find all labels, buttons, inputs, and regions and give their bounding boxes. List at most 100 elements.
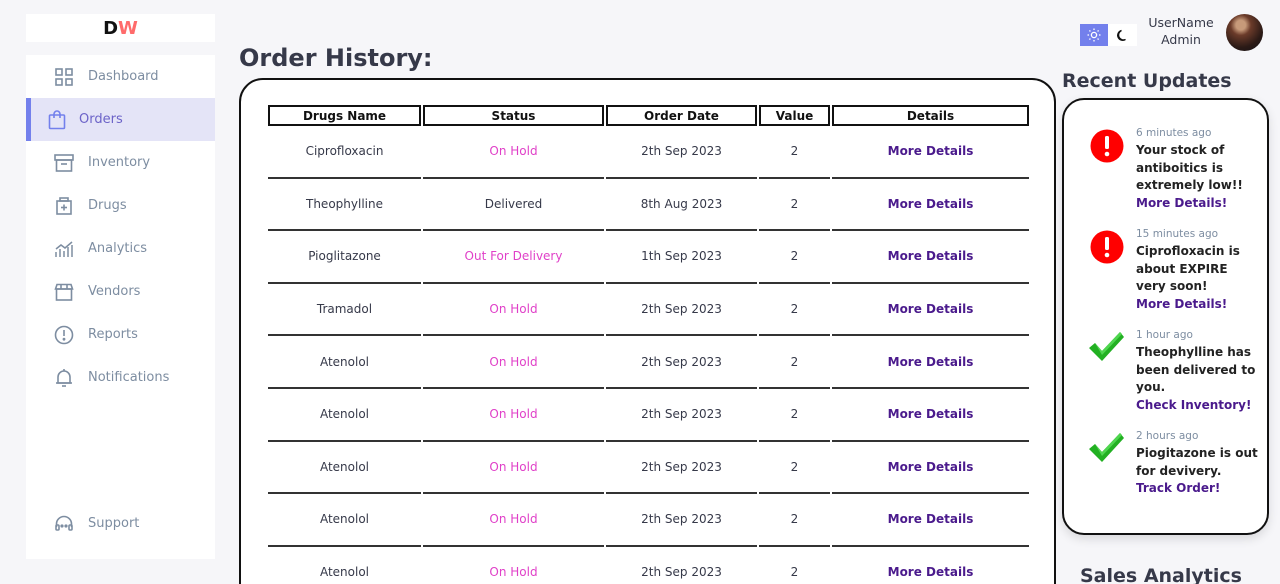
table-row: Theophylline Delivered 8th Aug 2023 2 More D…	[268, 179, 1029, 232]
sidebar-item-orders[interactable]: Orders	[26, 98, 215, 141]
more-details-link[interactable]: More Details	[832, 494, 1029, 547]
table-row: Atenolol On Hold 2th Sep 2023 2 More Details	[268, 547, 1029, 584]
table-header-row: Drugs Name Status Order Date Value Detai…	[268, 105, 1029, 126]
theme-toggle[interactable]	[1080, 24, 1137, 46]
medkit-icon	[53, 195, 75, 217]
more-details-link[interactable]: More Details	[832, 336, 1029, 389]
sidebar-item-label: Support	[88, 516, 140, 531]
logo-letter-w: W	[118, 17, 138, 39]
status-cell: On Hold	[423, 389, 604, 442]
moon-icon[interactable]	[1108, 24, 1136, 46]
update-message: Piogitazone is out for devivery. Track O…	[1136, 445, 1258, 498]
update-message-text: Your stock of antiboitics is extremely l…	[1136, 143, 1243, 192]
table-row: Atenolol On Hold 2th Sep 2023 2 More Details	[268, 389, 1029, 442]
order-date-cell: 1th Sep 2023	[606, 231, 757, 284]
status-cell: Delivered	[423, 179, 604, 232]
more-details-link[interactable]: More Details	[832, 126, 1029, 179]
update-message: Theophylline has been delivered to you. …	[1136, 344, 1258, 414]
column-header-status: Status	[423, 105, 604, 126]
sidebar-item-drugs[interactable]: Drugs	[26, 184, 215, 227]
store-icon	[53, 281, 75, 303]
profile-username: UserName	[1148, 15, 1214, 30]
column-header-value: Value	[759, 105, 830, 126]
bell-icon	[53, 367, 75, 389]
sidebar-item-support[interactable]: Support	[26, 502, 215, 545]
update-message: Ciprofloxacin is about EXPIRE very soon!…	[1136, 243, 1258, 313]
more-details-link[interactable]: More Details	[832, 231, 1029, 284]
sidebar-item-label: Analytics	[88, 241, 148, 256]
sidebar-item-vendors[interactable]: Vendors	[26, 270, 215, 313]
sidebar-item-notifications[interactable]: Notifications	[26, 356, 215, 399]
sidebar-item-label: Drugs	[88, 198, 127, 213]
update-link[interactable]: Check Inventory!	[1136, 397, 1258, 415]
status-cell: On Hold	[423, 494, 604, 547]
status-cell: On Hold	[423, 442, 604, 495]
update-time: 1 hour ago	[1136, 329, 1193, 341]
update-time: 2 hours ago	[1136, 430, 1199, 442]
drug-name-cell: Pioglitazone	[268, 231, 421, 284]
update-message-text: Piogitazone is out for devivery.	[1136, 446, 1258, 478]
order-date-cell: 2th Sep 2023	[606, 389, 757, 442]
order-date-cell: 2th Sep 2023	[606, 126, 757, 179]
value-cell: 2	[759, 389, 830, 442]
sun-icon[interactable]	[1080, 24, 1108, 46]
checkmark-icon	[1086, 329, 1124, 363]
sidebar-item-reports[interactable]: Reports	[26, 313, 215, 356]
table-row: Tramadol On Hold 2th Sep 2023 2 More Details	[268, 284, 1029, 337]
status-cell: On Hold	[423, 284, 604, 337]
order-date-cell: 2th Sep 2023	[606, 494, 757, 547]
order-date-cell: 2th Sep 2023	[606, 547, 757, 584]
more-details-link[interactable]: More Details	[832, 389, 1029, 442]
column-header-drug-name: Drugs Name	[268, 105, 421, 126]
value-cell: 2	[759, 494, 830, 547]
value-cell: 2	[759, 231, 830, 284]
update-link[interactable]: Track Order!	[1136, 480, 1258, 498]
orders-table: Drugs Name Status Order Date Value Detai…	[266, 105, 1031, 584]
update-message-text: Theophylline has been delivered to you.	[1136, 345, 1256, 394]
more-details-link[interactable]: More Details	[832, 547, 1029, 584]
more-details-link[interactable]: More Details	[832, 284, 1029, 337]
drug-name-cell: Atenolol	[268, 336, 421, 389]
value-cell: 2	[759, 179, 830, 232]
sidebar-item-dashboard[interactable]: Dashboard	[26, 55, 215, 98]
checkmark-icon	[1086, 430, 1124, 464]
order-date-cell: 2th Sep 2023	[606, 336, 757, 389]
drug-name-cell: Tramadol	[268, 284, 421, 337]
sidebar-item-analytics[interactable]: Analytics	[26, 227, 215, 270]
value-cell: 2	[759, 442, 830, 495]
update-time: 6 minutes ago	[1136, 127, 1212, 139]
alert-icon	[1090, 129, 1124, 163]
profile-role: Admin	[1161, 32, 1201, 47]
report-icon	[53, 324, 75, 346]
table-row: Atenolol On Hold 2th Sep 2023 2 More Details	[268, 336, 1029, 389]
logo-letter-d: D	[103, 17, 119, 39]
sidebar-item-label: Vendors	[88, 284, 141, 299]
chart-icon	[53, 238, 75, 260]
drug-name-cell: Atenolol	[268, 494, 421, 547]
brand-logo[interactable]: DW	[26, 14, 215, 42]
headset-icon	[53, 513, 75, 535]
drug-name-cell: Ciprofloxacin	[268, 126, 421, 179]
drug-name-cell: Atenolol	[268, 442, 421, 495]
sidebar-item-label: Inventory	[88, 155, 151, 170]
page-title: Order History:	[239, 44, 433, 72]
update-link[interactable]: More Details!	[1136, 296, 1258, 314]
update-link[interactable]: More Details!	[1136, 195, 1258, 213]
value-cell: 2	[759, 547, 830, 584]
avatar[interactable]	[1226, 14, 1263, 51]
status-cell: On Hold	[423, 547, 604, 584]
more-details-link[interactable]: More Details	[832, 442, 1029, 495]
table-row: Ciprofloxacin On Hold 2th Sep 2023 2 More De…	[268, 126, 1029, 179]
more-details-link[interactable]: More Details	[832, 179, 1029, 232]
drug-name-cell: Atenolol	[268, 389, 421, 442]
status-cell: Out For Delivery	[423, 231, 604, 284]
value-cell: 2	[759, 336, 830, 389]
grid-icon	[53, 66, 75, 88]
recent-updates-title: Recent Updates	[1062, 70, 1232, 92]
sidebar-item-inventory[interactable]: Inventory	[26, 141, 215, 184]
column-header-details: Details	[832, 105, 1029, 126]
status-cell: On Hold	[423, 126, 604, 179]
value-cell: 2	[759, 126, 830, 179]
bag-icon	[46, 109, 68, 131]
order-date-cell: 8th Aug 2023	[606, 179, 757, 232]
